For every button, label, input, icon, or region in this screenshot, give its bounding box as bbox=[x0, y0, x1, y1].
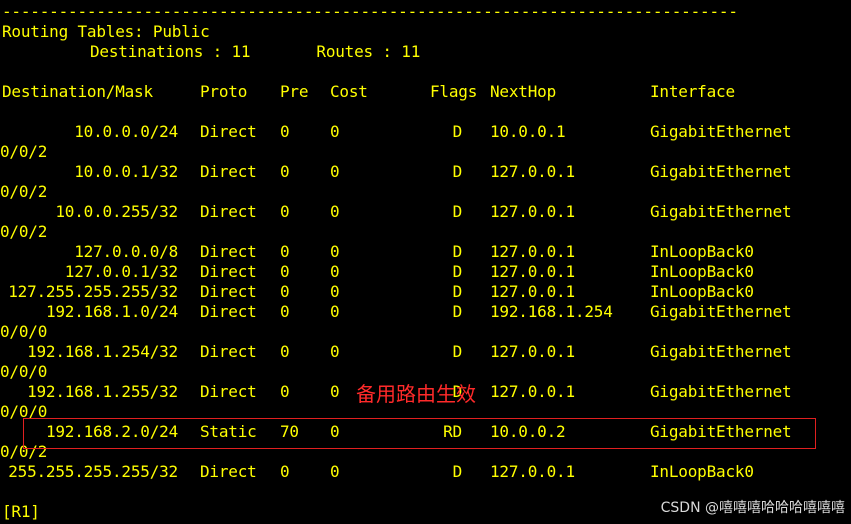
column-proto: Proto bbox=[200, 82, 248, 101]
route-flags: D bbox=[452, 302, 463, 321]
route-interface-wrap: 0/0/2 bbox=[0, 182, 48, 201]
routing-table-title: Routing Tables: Public bbox=[2, 22, 210, 41]
route-interface: GigabitEthernet bbox=[650, 382, 792, 401]
route-interface: InLoopBack0 bbox=[650, 262, 754, 281]
terminal-window[interactable]: ----------------------------------------… bbox=[0, 0, 851, 524]
csdn-watermark: CSDN @嘻嘻嘻哈哈哈嘻嘻嘻 bbox=[660, 500, 845, 516]
static-route-highlight-box bbox=[23, 418, 816, 449]
route-flags: D bbox=[452, 242, 463, 261]
column-interface: Interface bbox=[650, 82, 735, 101]
route-interface: GigabitEthernet bbox=[650, 302, 792, 321]
divider-line: ----------------------------------------… bbox=[2, 2, 738, 21]
route-interface-wrap: 0/0/2 bbox=[0, 142, 48, 161]
route-interface: GigabitEthernet bbox=[650, 122, 792, 141]
route-nexthop: 192.168.1.254 bbox=[490, 302, 613, 321]
route-interface-wrap: 0/0/0 bbox=[0, 322, 48, 341]
route-nexthop: 127.0.0.1 bbox=[490, 282, 575, 301]
route-interface-wrap: 0/0/2 bbox=[0, 222, 48, 241]
routing-table-summary: Destinations : 11 Routes : 11 bbox=[90, 42, 421, 61]
route-nexthop: 127.0.0.1 bbox=[490, 342, 575, 361]
column-pre: Pre bbox=[280, 82, 309, 101]
route-nexthop: 127.0.0.1 bbox=[490, 242, 575, 261]
route-interface: GigabitEthernet bbox=[650, 162, 792, 181]
cli-prompt[interactable]: [R1] bbox=[2, 502, 40, 522]
column-flags: Flags bbox=[430, 82, 478, 101]
route-flags: D bbox=[452, 122, 463, 141]
column-cost: Cost bbox=[330, 82, 368, 101]
route-interface-wrap: 0/0/0 bbox=[0, 362, 48, 381]
route-interface: InLoopBack0 bbox=[650, 282, 754, 301]
column-nexthop: NextHop bbox=[490, 82, 557, 101]
route-interface: InLoopBack0 bbox=[650, 462, 754, 481]
column-destination: Destination/Mask bbox=[2, 82, 153, 101]
route-interface: GigabitEthernet bbox=[650, 342, 792, 361]
route-flags: D bbox=[452, 262, 463, 281]
route-nexthop: 127.0.0.1 bbox=[490, 202, 575, 221]
route-nexthop: 10.0.0.1 bbox=[490, 122, 566, 141]
route-flags: D bbox=[452, 342, 463, 361]
backup-route-annotation: 备用路由生效 bbox=[356, 382, 476, 406]
route-flags: D bbox=[452, 162, 463, 181]
route-nexthop: 127.0.0.1 bbox=[490, 462, 575, 481]
route-nexthop: 127.0.0.1 bbox=[490, 382, 575, 401]
route-nexthop: 127.0.0.1 bbox=[490, 162, 575, 181]
route-flags: D bbox=[452, 202, 463, 221]
route-flags: D bbox=[452, 282, 463, 301]
route-interface: InLoopBack0 bbox=[650, 242, 754, 261]
route-interface: GigabitEthernet bbox=[650, 202, 792, 221]
route-nexthop: 127.0.0.1 bbox=[490, 262, 575, 281]
route-flags: D bbox=[452, 462, 463, 481]
